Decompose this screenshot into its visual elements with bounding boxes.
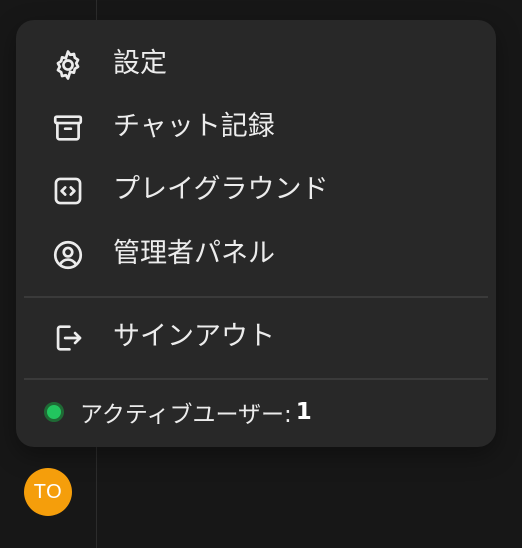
menu-item-admin-panel[interactable]: 管理者パネル [24, 225, 488, 283]
menu-item-label: サインアウト [113, 321, 275, 352]
avatar-initials: TO [33, 480, 63, 503]
user-menu: 設定 チャット記録 プレイグラウンド 管理者パネル サインアウト アクティブユー… [16, 20, 496, 447]
menu-item-label: プレイグラウンド [113, 174, 329, 205]
online-status-dot [44, 402, 64, 422]
active-users-count: 1 [295, 399, 312, 425]
active-users-indicator: アクティブユーザー: 1 [44, 392, 312, 432]
sign-out-icon [51, 321, 85, 355]
menu-separator [24, 296, 488, 298]
menu-separator [24, 378, 488, 380]
menu-item-sign-out[interactable]: サインアウト [24, 308, 488, 366]
active-users-label: アクティブユーザー: [80, 402, 292, 428]
code-icon [51, 174, 85, 208]
gear-icon [51, 48, 85, 82]
archive-icon [51, 111, 85, 145]
menu-item-playground[interactable]: プレイグラウンド [24, 161, 488, 219]
menu-item-label: 管理者パネル [113, 238, 275, 269]
user-avatar[interactable]: TO [24, 468, 72, 516]
user-circle-icon [51, 238, 85, 272]
menu-item-label: 設定 [113, 48, 167, 79]
menu-item-chat-history[interactable]: チャット記録 [24, 98, 488, 156]
menu-item-label: チャット記録 [113, 111, 275, 142]
menu-item-settings[interactable]: 設定 [24, 35, 488, 93]
